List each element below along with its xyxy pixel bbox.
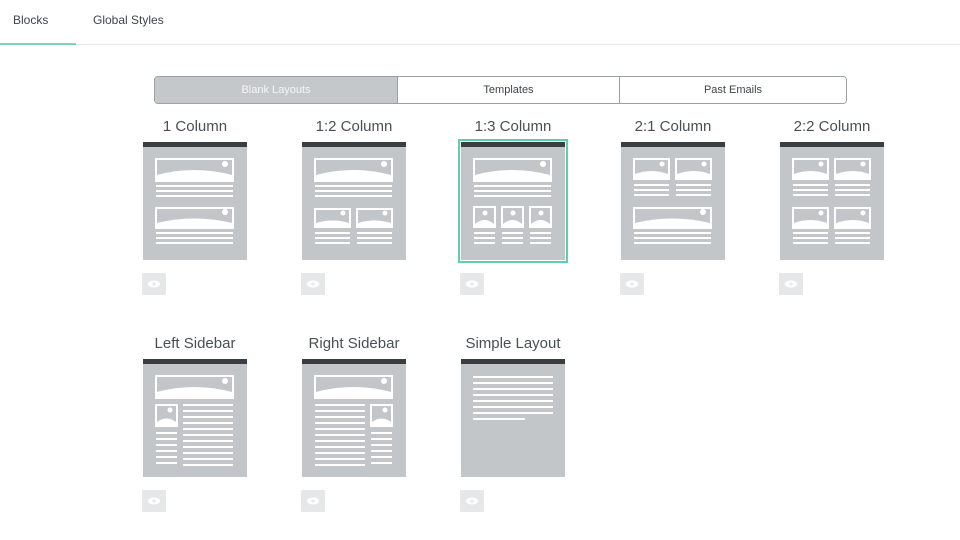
segment-templates[interactable]: Templates bbox=[397, 77, 619, 103]
layout-title: 1:3 Column bbox=[474, 118, 552, 135]
layout-simple-layout-preview bbox=[473, 376, 553, 420]
layout-left-sidebar-preview bbox=[155, 375, 234, 466]
preview-button[interactable] bbox=[301, 273, 325, 295]
eye-icon bbox=[307, 497, 319, 505]
eye-icon bbox=[307, 280, 319, 288]
layout-title: 1:2 Column bbox=[315, 118, 393, 135]
eye-icon bbox=[785, 280, 797, 288]
eye-icon bbox=[626, 280, 638, 288]
layout-thumbnail-1-column[interactable] bbox=[143, 142, 247, 260]
layout-source-switcher: Blank Layouts Templates Past Emails bbox=[154, 76, 847, 104]
layout-title: 1 Column bbox=[162, 118, 228, 135]
layout-title: Left Sidebar bbox=[154, 335, 236, 352]
layout-thumbnail-2-1-column[interactable] bbox=[621, 142, 725, 260]
eye-icon bbox=[466, 497, 478, 505]
preview-button[interactable] bbox=[779, 273, 803, 295]
tab-blocks[interactable]: Blocks bbox=[0, 0, 76, 45]
layout-2-2-column-preview bbox=[792, 158, 871, 244]
layout-thumbnail-simple-layout[interactable] bbox=[461, 359, 565, 477]
preview-button[interactable] bbox=[460, 490, 484, 512]
preview-button[interactable] bbox=[620, 273, 644, 295]
preview-button[interactable] bbox=[142, 490, 166, 512]
layout-thumbnail-right-sidebar[interactable] bbox=[302, 359, 406, 477]
eye-icon bbox=[466, 280, 478, 288]
layout-2-1-column-preview bbox=[633, 158, 712, 244]
segment-blank-layouts[interactable]: Blank Layouts bbox=[155, 77, 397, 103]
layout-thumbnail-1-2-column[interactable] bbox=[302, 142, 406, 260]
layout-title: 2:2 Column bbox=[793, 118, 871, 135]
preview-button[interactable] bbox=[460, 273, 484, 295]
layout-right-sidebar-preview bbox=[314, 375, 393, 466]
layout-thumbnail-left-sidebar[interactable] bbox=[143, 359, 247, 477]
top-tab-bar: Blocks Global Styles bbox=[0, 0, 960, 45]
tab-global-styles[interactable]: Global Styles bbox=[93, 0, 164, 44]
layout-title: 2:1 Column bbox=[634, 118, 712, 135]
eye-icon bbox=[148, 280, 160, 288]
layout-1-column-preview bbox=[155, 158, 234, 244]
eye-icon bbox=[148, 497, 160, 505]
segment-past-emails[interactable]: Past Emails bbox=[619, 77, 846, 103]
preview-button[interactable] bbox=[142, 273, 166, 295]
layout-title: Simple Layout bbox=[465, 335, 561, 352]
layout-1-3-column-preview bbox=[473, 158, 552, 244]
layout-thumbnail-2-2-column[interactable] bbox=[780, 142, 884, 260]
layout-1-2-column-preview bbox=[314, 158, 393, 244]
preview-button[interactable] bbox=[301, 490, 325, 512]
layout-thumbnail-1-3-column[interactable] bbox=[458, 139, 568, 263]
layout-title: Right Sidebar bbox=[308, 335, 400, 352]
